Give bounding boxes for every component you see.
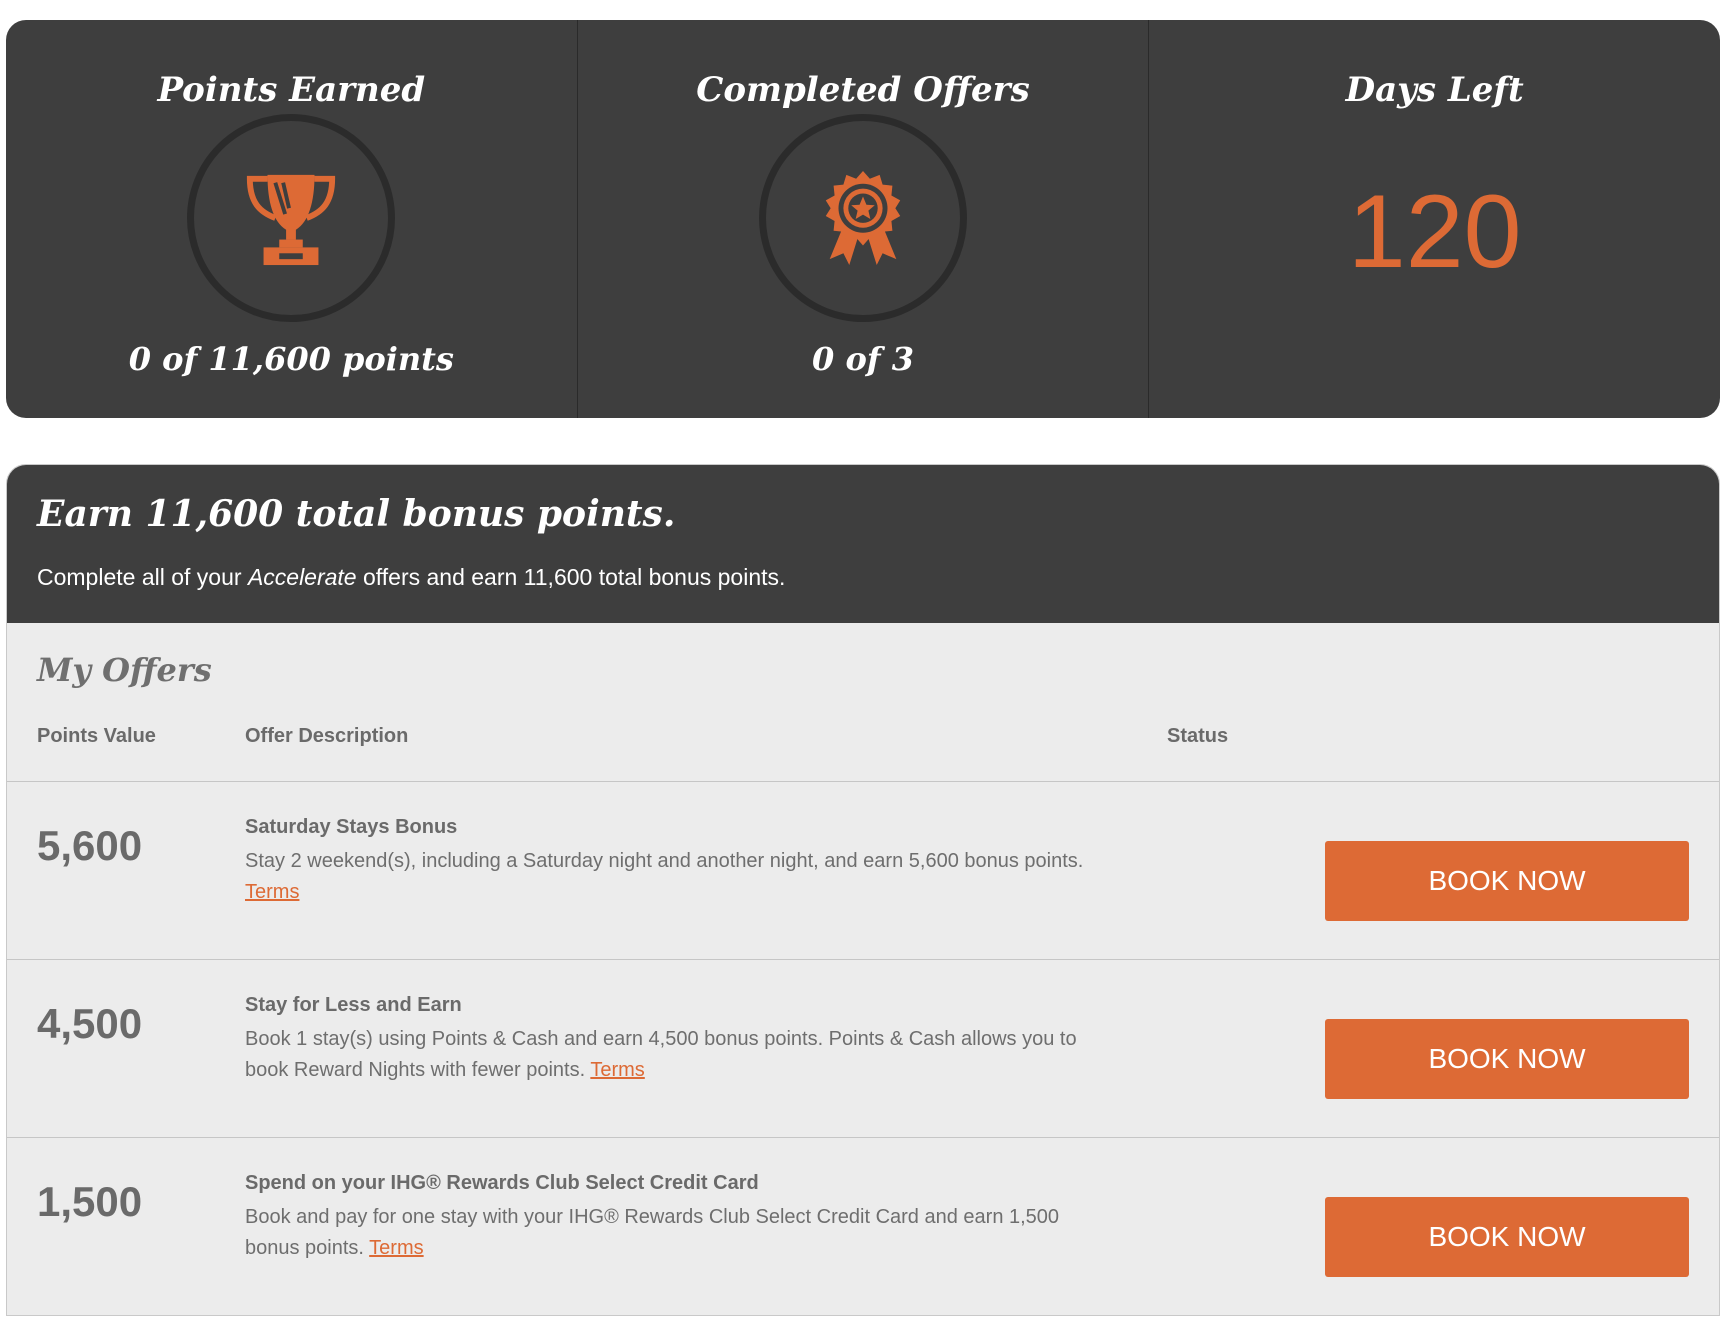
offer-row: 4,500 Stay for Less and Earn Book 1 stay… [7, 959, 1719, 1137]
column-header-description: Offer Description [245, 725, 409, 747]
days-left-stat: Days Left 120 [1148, 20, 1720, 418]
points-earned-stat: Points Earned 0 of 11,600 points [6, 20, 577, 418]
award-ribbon-icon [825, 170, 901, 266]
promo-program-name: Accelerate [247, 564, 357, 590]
points-earned-ring [187, 114, 396, 322]
terms-link[interactable]: Terms [590, 1059, 644, 1081]
terms-link[interactable]: Terms [369, 1237, 423, 1259]
column-header-status: Status [1167, 725, 1229, 747]
offer-name: Saturday Stays Bonus [245, 816, 458, 838]
completed-offers-title: Completed Offers [696, 70, 1030, 110]
points-earned-title: Points Earned [157, 70, 426, 110]
promo-title: Earn 11,600 total bonus points. [37, 493, 676, 535]
offer-description: Book 1 stay(s) using Points & Cash and e… [245, 1024, 1085, 1086]
offer-name: Stay for Less and Earn [245, 994, 462, 1016]
promo-subtitle: Complete all of your Accelerate offers a… [37, 564, 785, 591]
offer-description: Stay 2 weekend(s), including a Saturday … [245, 846, 1085, 908]
terms-link[interactable]: Terms [245, 881, 299, 903]
completed-offers-ring [759, 114, 967, 322]
offer-points-value: 5,600 [37, 822, 143, 869]
stats-panel: Points Earned 0 of 11,600 points Complet… [6, 20, 1720, 418]
offer-description-text: Stay 2 weekend(s), including a Saturday … [245, 850, 1084, 872]
promo-header: Earn 11,600 total bonus points. Complete… [7, 465, 1719, 623]
points-earned-value: 0 of 11,600 points [128, 340, 454, 378]
promo-subtitle-text: Complete all of your [37, 564, 248, 590]
book-now-button[interactable]: BOOK NOW [1325, 841, 1689, 921]
book-now-button[interactable]: BOOK NOW [1325, 1019, 1689, 1099]
offers-panel: Earn 11,600 total bonus points. Complete… [6, 464, 1720, 1316]
completed-offers-value: 0 of 3 [812, 340, 914, 378]
days-left-value: 120 [1347, 174, 1522, 290]
offer-description-text: Book and pay for one stay with your IHG®… [245, 1206, 1060, 1259]
offer-points-value: 1,500 [37, 1178, 143, 1225]
offer-row: 1,500 Spend on your IHG® Rewards Club Se… [7, 1137, 1719, 1315]
offer-description: Book and pay for one stay with your IHG®… [245, 1202, 1085, 1264]
completed-offers-stat: Completed Offers 0 of 3 [576, 20, 1149, 418]
days-left-title: Days Left [1345, 70, 1524, 110]
book-now-button[interactable]: BOOK NOW [1325, 1197, 1689, 1277]
offer-name: Spend on your IHG® Rewards Club Select C… [245, 1172, 759, 1194]
my-offers-title: My Offers [37, 651, 212, 689]
offer-description-text: Book 1 stay(s) using Points & Cash and e… [245, 1028, 1077, 1081]
promo-subtitle-text-end: offers and earn 11,600 total bonus point… [356, 564, 786, 590]
trophy-icon [247, 174, 336, 266]
offer-points-value: 4,500 [37, 1000, 143, 1047]
column-header-points: Points Value [37, 725, 156, 747]
offer-row: 5,600 Saturday Stays Bonus Stay 2 weeken… [7, 781, 1719, 959]
